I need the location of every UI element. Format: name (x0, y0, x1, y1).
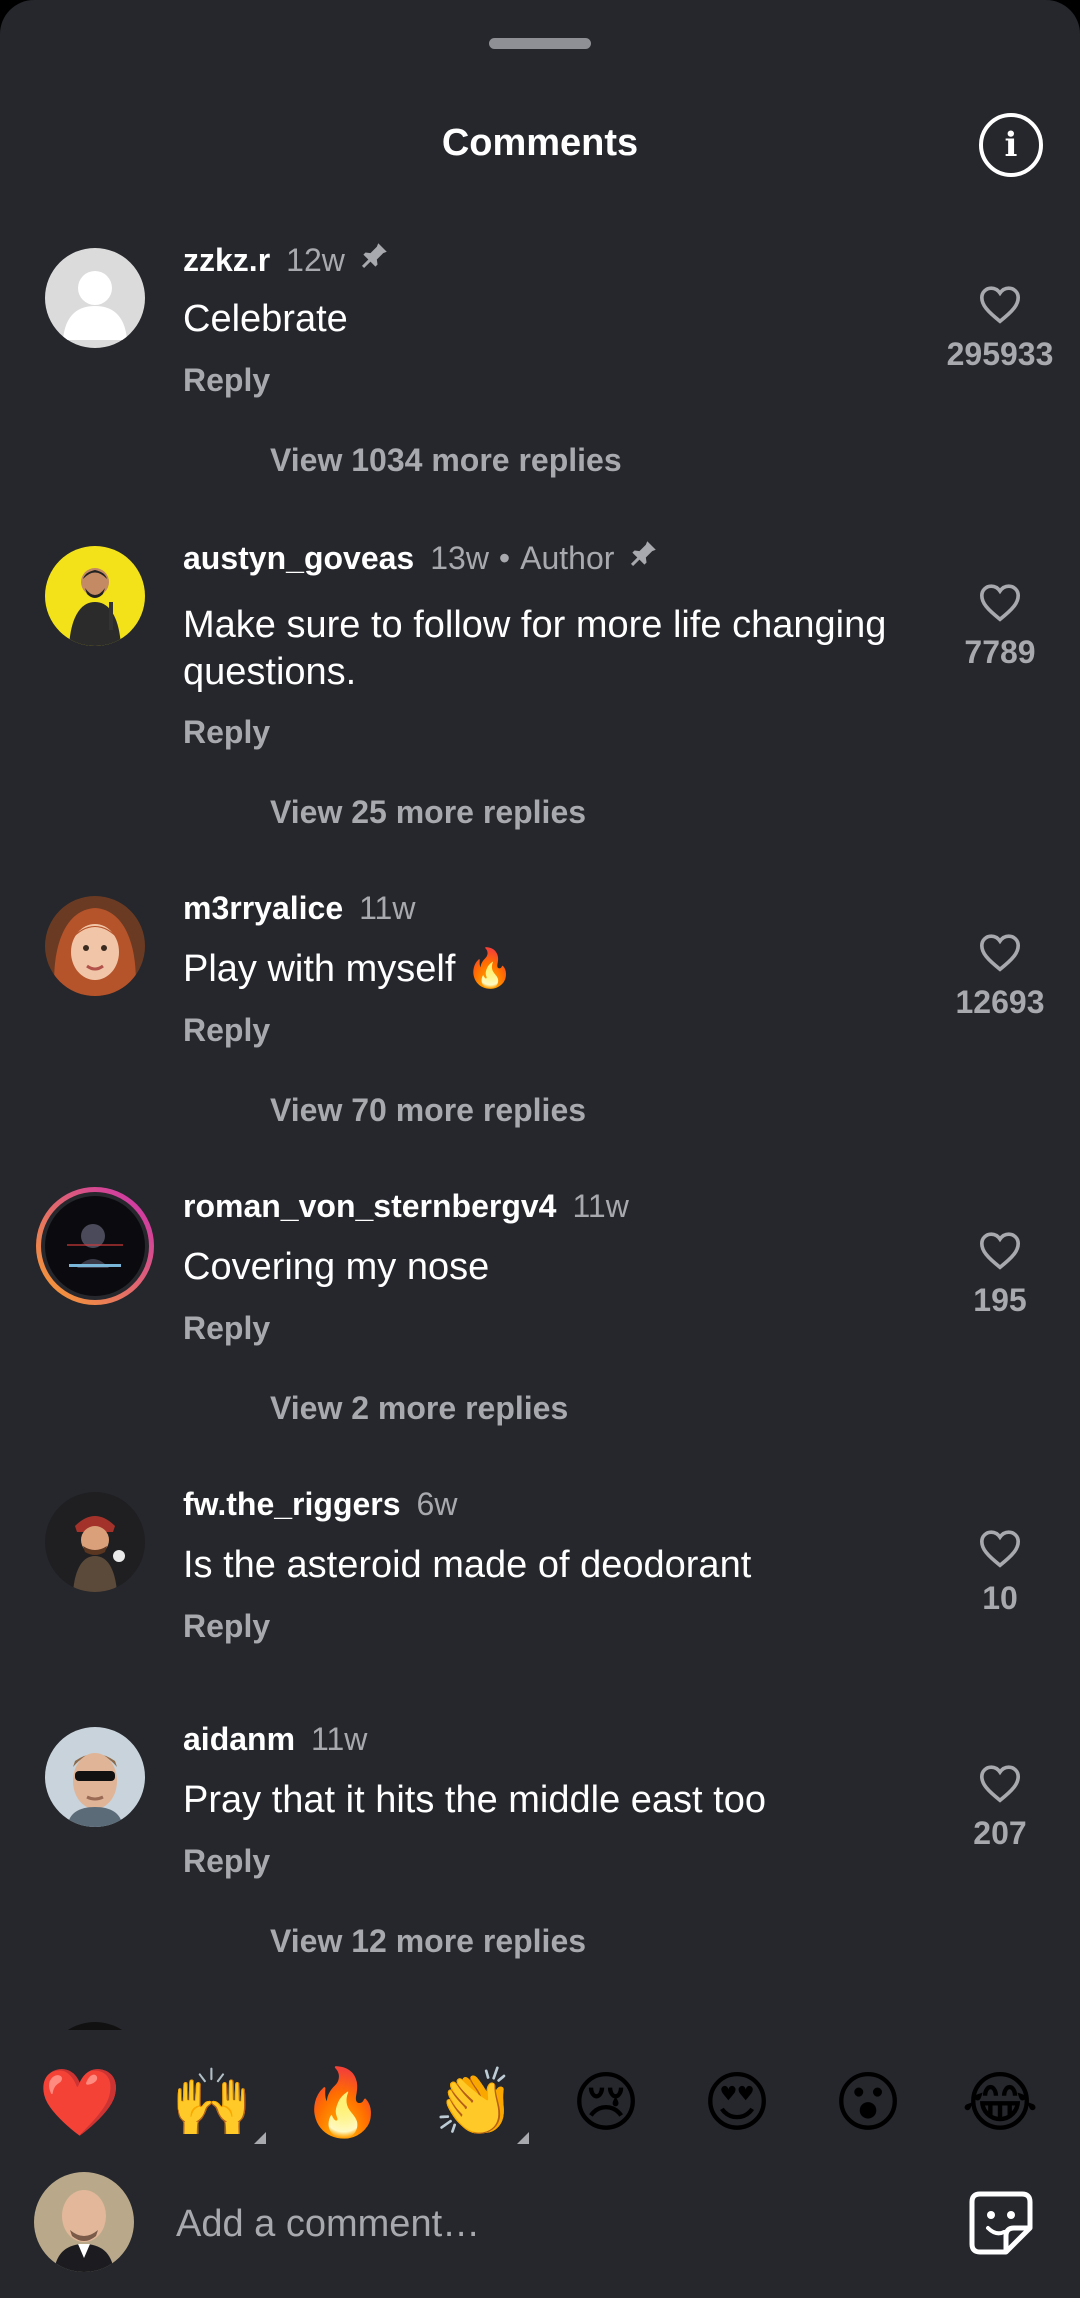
comment-username[interactable]: aidanm (183, 1721, 295, 1757)
comment-time: 11w (359, 890, 416, 926)
heart-icon (979, 1530, 1021, 1568)
comment-username[interactable]: austyn_goveas (183, 540, 414, 576)
reaction-raised-hands[interactable]: 🙌 (166, 2062, 266, 2144)
pin-icon (626, 537, 660, 579)
comment-username[interactable]: roman_von_sternbergv4 (183, 1188, 556, 1224)
view-more-replies[interactable]: View 12 more replies (270, 1923, 586, 1960)
comment-time: 13w (430, 540, 489, 576)
comment-meta: roman_von_sternbergv4 11w (183, 1188, 629, 1225)
comment-meta: fw.the_riggers 6w (183, 1486, 457, 1523)
like-button[interactable]: 207 (930, 1763, 1070, 1852)
info-icon[interactable]: i (979, 113, 1043, 177)
comment-time: 11w (311, 1721, 368, 1757)
view-more-replies[interactable]: View 25 more replies (270, 794, 586, 831)
like-count: 7789 (964, 634, 1036, 670)
like-count: 195 (973, 1282, 1027, 1318)
comment-text: Make sure to follow for more life changi… (183, 604, 887, 693)
reply-button[interactable]: Reply (183, 1310, 270, 1347)
reaction-surprised[interactable]: 😮 (822, 2062, 914, 2142)
reaction-heart-eyes[interactable]: 😍 (691, 2062, 783, 2142)
heart-icon (979, 286, 1021, 324)
like-count: 207 (973, 1815, 1027, 1851)
skin-tone-caret (254, 2132, 266, 2144)
comment-composer: ❤️ 🙌 🔥 👏 😢 😍 😮 😂 (0, 2030, 1080, 2298)
comment-meta: aidanm 11w (183, 1721, 367, 1758)
like-button[interactable]: 7789 (930, 582, 1070, 671)
like-count: 12693 (955, 984, 1045, 1020)
view-more-replies[interactable]: View 2 more replies (270, 1390, 568, 1427)
comment-meta: austyn_goveas 13w • Author (183, 540, 660, 579)
quick-reactions: ❤️ 🙌 🔥 👏 😢 😍 😮 😂 (0, 2062, 1080, 2144)
like-count: 295933 (946, 336, 1054, 372)
comments-sheet: Comments i zzkz.r 12w Celebrate Reply 295… (0, 0, 1080, 2298)
comment-time: 12w (286, 242, 345, 278)
reaction-clap[interactable]: 👏 (429, 2062, 529, 2144)
comment-text: Celebrate (183, 298, 348, 340)
pin-icon (357, 239, 391, 281)
reaction-fire[interactable]: 🔥 (297, 2062, 389, 2142)
comment-meta: zzkz.r 12w (183, 242, 391, 281)
current-user-avatar (34, 2172, 134, 2272)
comment-text: Pray that it hits the middle east too (183, 1779, 766, 1821)
like-button[interactable]: 295933 (930, 284, 1070, 373)
avatar[interactable] (33, 1184, 157, 1308)
drag-handle[interactable] (489, 38, 591, 49)
comment-time: 6w (416, 1486, 458, 1522)
comment-text: Covering my nose (183, 1246, 490, 1288)
like-count: 10 (982, 1580, 1018, 1616)
separator-dot: • (498, 540, 511, 576)
reply-button[interactable]: Reply (183, 1843, 270, 1880)
reply-button[interactable]: Reply (183, 1608, 270, 1645)
comment-text: Is the asteroid made of deodorant (183, 1544, 752, 1586)
avatar[interactable] (45, 2022, 145, 2030)
avatar[interactable] (45, 248, 145, 348)
heart-icon (979, 1232, 1021, 1270)
comment-input[interactable] (174, 2198, 918, 2250)
heart-icon (979, 584, 1021, 622)
comment-meta: m3rryalice 11w (183, 890, 415, 927)
comment-username[interactable]: zzkz.r (183, 242, 270, 278)
avatar[interactable] (45, 896, 145, 996)
reply-button[interactable]: Reply (183, 714, 270, 751)
sticker-icon[interactable] (966, 2188, 1036, 2258)
comment-username[interactable]: m3rryalice (183, 890, 343, 926)
avatar[interactable] (45, 546, 145, 646)
avatar[interactable] (45, 1492, 145, 1592)
like-button[interactable]: 195 (930, 1230, 1070, 1319)
comments-list[interactable]: Comments i zzkz.r 12w Celebrate Reply 295… (0, 0, 1080, 2030)
reply-button[interactable]: Reply (183, 362, 270, 399)
heart-icon (979, 934, 1021, 972)
view-more-replies[interactable]: View 1034 more replies (270, 442, 622, 479)
like-button[interactable]: 12693 (930, 932, 1070, 1021)
skin-tone-caret (517, 2132, 529, 2144)
heart-icon (979, 1765, 1021, 1803)
like-button[interactable]: 10 (930, 1528, 1070, 1617)
reaction-crying[interactable]: 😢 (560, 2062, 652, 2142)
author-badge: Author (520, 540, 615, 576)
reply-button[interactable]: Reply (183, 1012, 270, 1049)
comment-username[interactable]: fw.the_riggers (183, 1486, 401, 1522)
reaction-heart[interactable]: ❤️ (34, 2062, 126, 2142)
reaction-laughing[interactable]: 😂 (954, 2062, 1046, 2142)
comment-text: Play with myself 🔥 (183, 948, 514, 990)
view-more-replies[interactable]: View 70 more replies (270, 1092, 586, 1129)
comment-time: 11w (572, 1188, 629, 1224)
page-title: Comments (441, 122, 639, 164)
avatar[interactable] (45, 1727, 145, 1827)
